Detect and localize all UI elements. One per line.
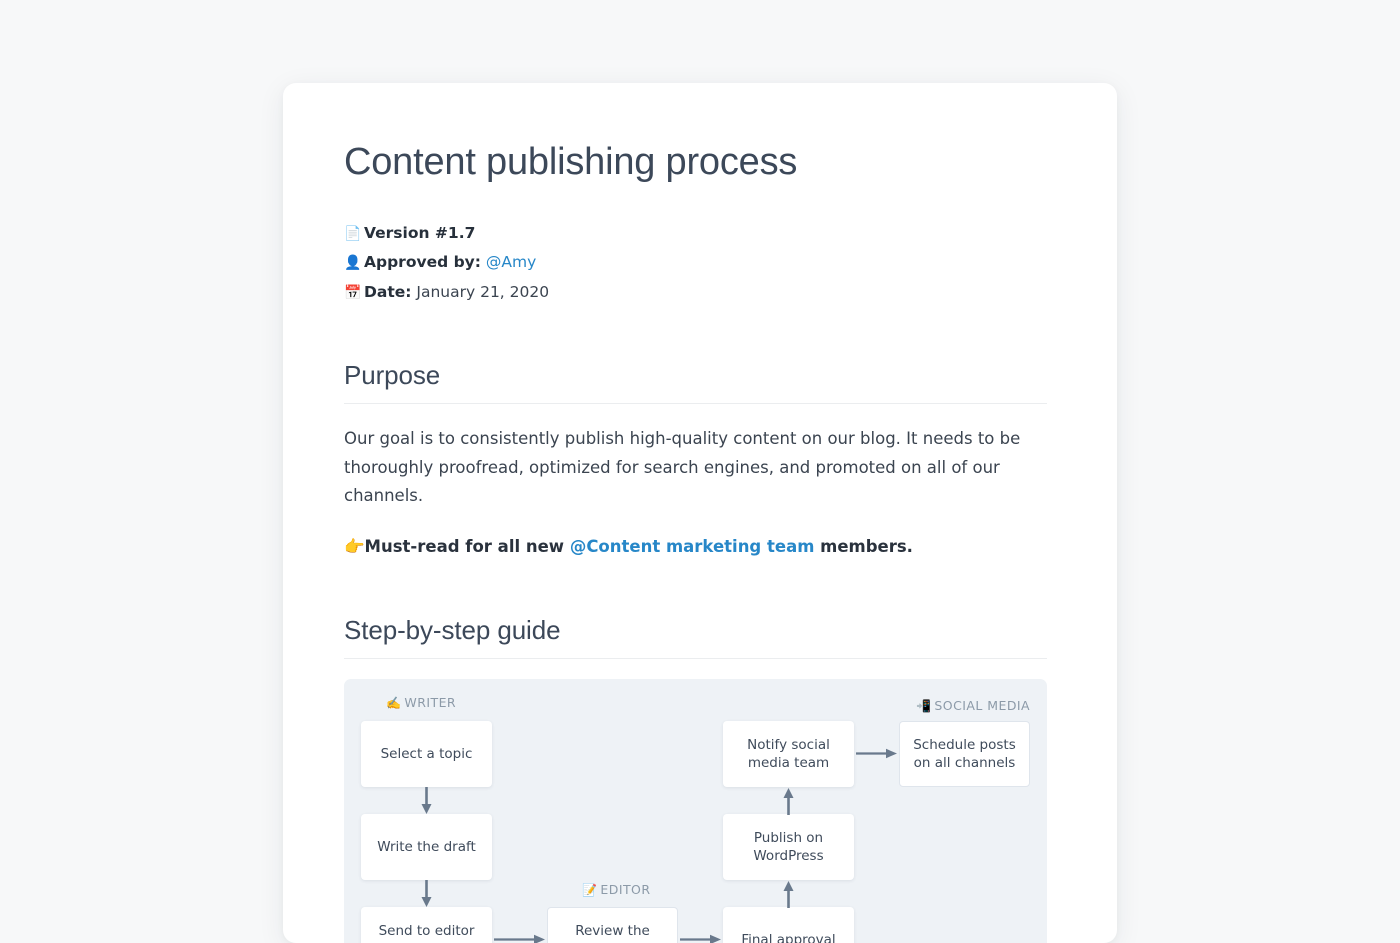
document-body: Content publishing process 📄 Version #1.7… xyxy=(344,83,1047,943)
flow-arrow-final-approval-to-publish-wordpress xyxy=(782,880,795,909)
lane-label-editor: 📝 EDITOR xyxy=(582,882,650,897)
meta-row-approved-by: 👤 Approved by: @Amy xyxy=(344,248,1047,278)
flow-arrow-publish-wordpress-to-notify-social xyxy=(782,787,795,816)
date-label: Date: xyxy=(364,282,412,301)
flow-node-review-draft[interactable]: Review the draft xyxy=(547,907,678,943)
person-icon: 👤 xyxy=(344,255,362,272)
lane-label-writer: ✍️ WRITER xyxy=(386,695,456,710)
page-icon: 📄 xyxy=(344,225,362,242)
flow-node-schedule-posts[interactable]: Schedule posts on all channels xyxy=(899,721,1030,788)
flow-arrow-write-draft-to-send-to-editor xyxy=(420,880,433,908)
flow-diagram[interactable]: ✍️ WRITER 📝 EDITOR 📲 SOCIAL MEDIA Select a … xyxy=(344,679,1047,943)
page-title: Content publishing process xyxy=(344,141,798,183)
flow-arrow-send-to-editor-to-review-draft xyxy=(494,933,546,943)
approver-mention-link[interactable]: @Amy xyxy=(486,253,536,271)
flow-node-write-draft[interactable]: Write the draft xyxy=(361,814,492,881)
memo-icon: 📝 xyxy=(582,883,598,898)
flow-node-send-to-editor[interactable]: Send to editor for review xyxy=(361,907,492,943)
lane-writer-text: WRITER xyxy=(404,695,457,711)
flow-node-select-topic[interactable]: Select a topic xyxy=(361,721,492,788)
pointing-finger-icon: 👉 xyxy=(344,536,365,556)
flow-arrow-select-topic-to-write-draft xyxy=(420,787,433,815)
note-suffix-text: members. xyxy=(814,536,913,556)
section-heading-purpose: Purpose xyxy=(344,360,1047,405)
purpose-note: 👉Must-read for all new @Content marketin… xyxy=(344,533,1044,562)
mobile-phone-arrow-icon: 📲 xyxy=(916,699,932,714)
document-metadata: 📄 Version #1.7 👤 Approved by: @Amy 📅 Date: … xyxy=(344,219,1047,308)
purpose-paragraph: Our goal is to consistently publish high… xyxy=(344,429,1021,506)
lane-social-media-text: SOCIAL MEDIA xyxy=(934,698,1031,714)
writing-hand-icon: ✍️ xyxy=(386,696,402,711)
meta-row-date: 📅 Date: January 21, 2020 xyxy=(344,278,1047,308)
flow-node-final-approval[interactable]: Final approval xyxy=(723,907,854,943)
section-heading-step-by-step-guide: Step-by-step guide xyxy=(344,615,1047,660)
date-value: January 21, 2020 xyxy=(416,282,550,301)
flow-arrow-review-draft-to-final-approval xyxy=(680,933,722,943)
flow-node-notify-social-team[interactable]: Notify social media team xyxy=(723,721,854,788)
meta-row-version: 📄 Version #1.7 xyxy=(344,219,1047,249)
lane-label-social-media: 📲 SOCIAL MEDIA xyxy=(916,698,1030,713)
note-prefix-text: Must-read for all new xyxy=(364,536,570,556)
flow-arrow-notify-social-to-schedule-posts xyxy=(856,747,898,760)
document-card: Content publishing process 📄 Version #1.7… xyxy=(283,83,1117,943)
team-mention-link[interactable]: @Content marketing team xyxy=(570,537,815,556)
calendar-icon: 📅 xyxy=(344,284,362,301)
lane-editor-text: EDITOR xyxy=(600,882,651,898)
flow-node-publish-wordpress[interactable]: Publish on WordPress xyxy=(723,814,854,881)
version-label: Version #1.7 xyxy=(364,223,476,242)
approved-by-label: Approved by: xyxy=(364,253,481,272)
